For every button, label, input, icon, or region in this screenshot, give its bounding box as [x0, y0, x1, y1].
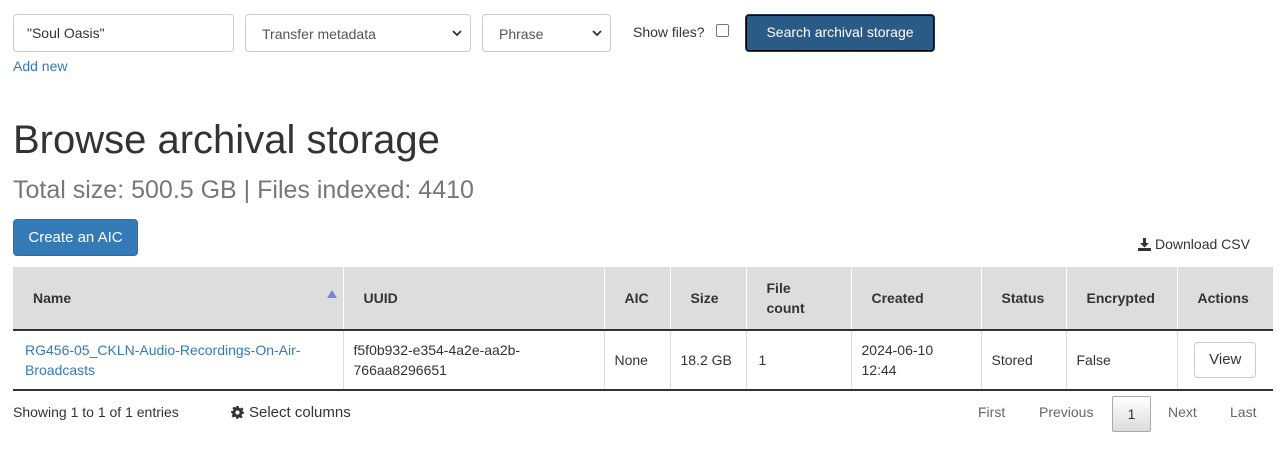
table-info: Showing 1 to 1 of 1 entries	[13, 404, 179, 420]
aip-uuid: f5f0b932-e354-4a2e-aa2b-766aa8296651	[342, 330, 604, 391]
create-aic-button[interactable]: Create an AIC	[13, 219, 138, 256]
table-row: RG456-05_CKLN-Audio-Recordings-On-Air-Br…	[13, 330, 1273, 391]
column-header-file-count-label: File count	[766, 280, 805, 316]
chevron-down-icon	[452, 30, 462, 37]
aip-actions-cell: View	[1176, 330, 1273, 391]
add-new-link[interactable]: Add new	[13, 58, 67, 74]
chevron-down-icon	[592, 30, 602, 37]
aip-name-link[interactable]: RG456-05_CKLN-Audio-Recordings-On-Air-Br…	[25, 342, 300, 378]
column-header-file-count[interactable]: File count	[745, 267, 851, 331]
aip-aic: None	[603, 330, 670, 391]
search-field-select[interactable]: Transfer metadata	[245, 14, 471, 52]
sort-asc-icon	[326, 290, 337, 298]
storage-summary: Total size: 500.5 GB | Files indexed: 44…	[13, 176, 474, 204]
pagination-first[interactable]: First	[978, 404, 1005, 420]
download-csv-label: Download CSV	[1155, 236, 1250, 252]
aip-encrypted: False	[1065, 330, 1177, 391]
pagination-page-1[interactable]: 1	[1112, 396, 1151, 432]
aip-file-count: 1	[745, 330, 851, 391]
show-files-checkbox[interactable]	[716, 24, 729, 37]
select-columns-label: Select columns	[249, 404, 351, 421]
column-header-encrypted[interactable]: Encrypted	[1065, 267, 1177, 331]
archival-storage-table: Name UUID AIC Size File count Created St…	[13, 267, 1273, 391]
column-header-status[interactable]: Status	[980, 267, 1066, 331]
search-type-select-value: Phrase	[499, 26, 544, 42]
pagination-next[interactable]: Next	[1168, 404, 1197, 420]
column-header-actions: Actions	[1176, 267, 1273, 331]
search-type-select[interactable]: Phrase	[482, 14, 611, 52]
column-header-name[interactable]: Name	[13, 267, 343, 331]
select-columns-button[interactable]: Select columns	[231, 404, 351, 421]
pagination-last[interactable]: Last	[1230, 404, 1256, 420]
show-files-label: Show files?	[633, 24, 705, 40]
column-header-size[interactable]: Size	[669, 267, 746, 331]
column-header-aic[interactable]: AIC	[603, 267, 670, 331]
aip-created: 2024-06-10 12:44	[850, 330, 981, 391]
search-input[interactable]: "Soul Oasis"	[13, 14, 234, 52]
view-button[interactable]: View	[1194, 342, 1257, 378]
page-title: Browse archival storage	[13, 118, 440, 162]
column-header-uuid[interactable]: UUID	[342, 267, 604, 331]
column-header-created[interactable]: Created	[850, 267, 981, 331]
download-icon	[1138, 237, 1151, 251]
column-header-name-label: Name	[33, 290, 72, 306]
download-csv-link[interactable]: Download CSV	[1138, 236, 1250, 252]
pagination-previous[interactable]: Previous	[1039, 404, 1093, 420]
aip-status: Stored	[980, 330, 1066, 391]
table-header-row: Name UUID AIC Size File count Created St…	[13, 267, 1273, 331]
gear-icon	[231, 406, 244, 419]
search-archival-storage-button[interactable]: Search archival storage	[745, 14, 935, 52]
aip-size: 18.2 GB	[669, 330, 746, 391]
search-field-select-value: Transfer metadata	[262, 26, 376, 42]
